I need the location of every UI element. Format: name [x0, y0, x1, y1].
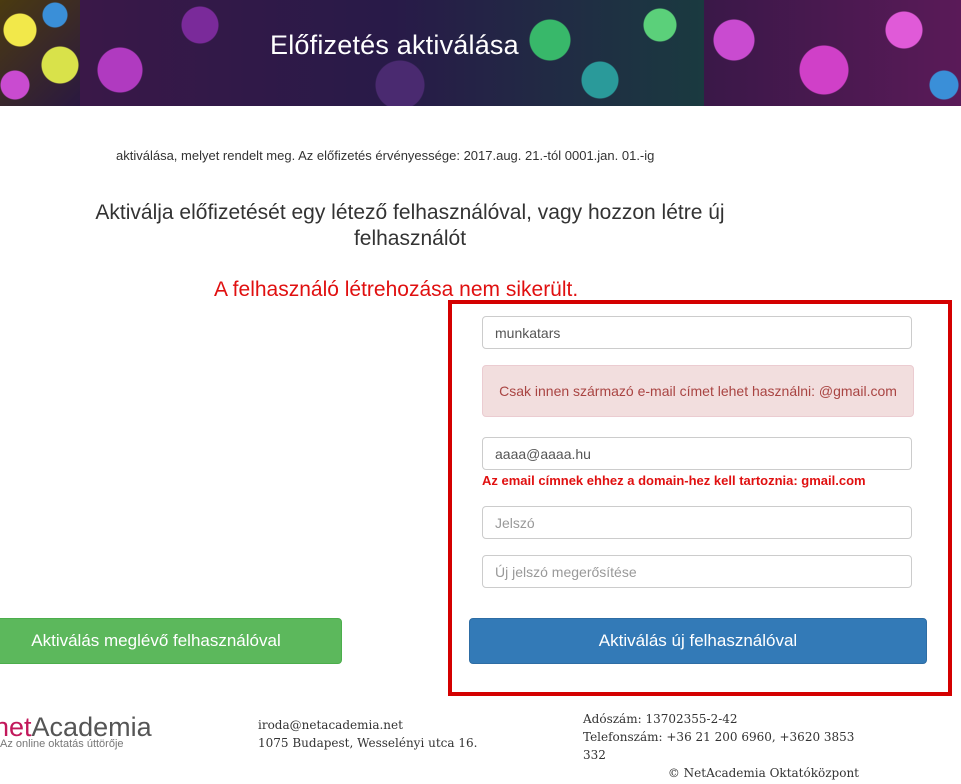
banner-bokeh-left [0, 0, 80, 106]
banner-bokeh-right [704, 0, 961, 106]
creation-error-message: A felhasználó létrehozása nem sikerült. [214, 278, 579, 301]
subscription-info: aktiválása, melyet rendelt meg. Az előfi… [116, 148, 655, 163]
footer-address: 1075 Budapest, Wesselényi utca 16. [258, 736, 478, 750]
activate-new-user-button[interactable]: Aktiválás új felhasználóval [469, 618, 927, 664]
username-input[interactable] [482, 316, 912, 349]
netacademia-logo[interactable]: netAcademia Az online oktatás úttörője [0, 712, 152, 750]
email-input[interactable] [482, 437, 912, 470]
footer-copyright: © NetAcademia Oktatóközpont [667, 766, 859, 780]
email-validation-error: Az email címnek ehhez a domain-hez kell … [482, 473, 866, 488]
password-confirm-input[interactable] [482, 555, 912, 588]
header-banner: Előfizetés aktiválása [0, 0, 961, 106]
activate-existing-user-button[interactable]: Aktiválás meglévő felhasználóval [0, 618, 342, 664]
footer-company-info: Adószám: 13702355-2-42 Telefonszám: +36 … [583, 710, 859, 782]
password-input[interactable] [482, 506, 912, 539]
activation-heading: Aktiválja előfizetését egy létező felhas… [95, 201, 725, 250]
email-domain-alert: Csak innen származó e-mail címet lehet h… [482, 365, 914, 417]
footer-tax-id: Adószám: 13702355-2-42 [583, 712, 738, 726]
footer-email[interactable]: iroda@netacademia.net [258, 716, 477, 734]
footer-contact: iroda@netacademia.net 1075 Budapest, Wes… [258, 716, 477, 752]
footer-phone: Telefonszám: +36 21 200 6960, +3620 3853… [583, 730, 855, 762]
page-title: Előfizetés aktiválása [270, 30, 519, 60]
